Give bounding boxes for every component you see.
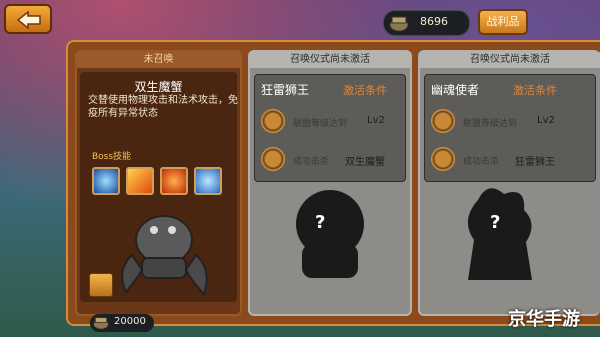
boss-card-crab[interactable]: 未召唤 双生魔蟹 交替使用物理攻击和法术攻击，免疫所有异常状态 Boss技能 2… [75,50,242,332]
summon-cost: 20000 [90,314,154,332]
currency-value: 8696 [420,15,448,28]
condition-ring-icon [431,147,455,171]
card-status-tab: 召唤仪式尚未激活 [250,52,410,68]
condition-title: 激活条件 [343,84,387,97]
skills-label: Boss技能 [92,152,132,162]
site-watermark: 京华手游 [508,309,580,330]
boss-card-lion[interactable]: 召唤仪式尚未激活 狂雷狮王 激活条件 联盟等级达到 Lv2 成功击杀 双生魔蟹 … [248,50,412,316]
trophy-icon[interactable] [89,273,113,297]
boss-info-panel: 双生魔蟹 交替使用物理攻击和法术攻击，免疫所有异常状态 Boss技能 20000 [80,72,238,332]
back-arrow-icon [16,10,41,30]
summon-cost-value: 20000 [114,316,146,327]
currency-display: 8696 [383,10,470,36]
boss-crab-image [121,215,208,296]
condition-text: 成功击杀 [293,157,330,167]
condition-value: Lv2 [367,115,385,126]
coin-pouch-icon [389,16,409,32]
condition-ring-icon [261,147,285,171]
condition-value: 双生魔蟹 [345,157,385,168]
bubble-icon[interactable] [194,167,222,195]
coin-pouch-icon [93,317,109,330]
back-button[interactable] [4,4,52,34]
card-status-tab: 未召唤 [77,52,240,68]
boss-name: 幽魂使者 [431,83,480,97]
condition-text: 联盟等级达到 [463,119,518,129]
condition-text: 联盟等级达到 [293,119,348,129]
fire-claw-icon[interactable] [126,167,154,195]
boss-name: 狂雷狮王 [261,83,310,97]
hidden-boss-mark: ? [490,212,501,233]
hidden-boss-mark: ? [315,212,326,233]
condition-title: 激活条件 [513,84,557,97]
locked-boss-silhouette [296,190,364,278]
activation-conditions: 幽魂使者 激活条件 联盟等级达到 Lv2 成功击杀 狂雷狮王 [424,74,596,182]
condition-ring-icon [431,109,455,133]
activation-conditions: 狂雷狮王 激活条件 联盟等级达到 Lv2 成功击杀 双生魔蟹 [254,74,406,182]
condition-text: 成功击杀 [463,157,500,167]
condition-value: Lv2 [537,115,555,126]
card-status-tab: 召唤仪式尚未激活 [420,52,600,68]
loot-button[interactable]: 战利品 [478,9,528,35]
boss-card-ghost[interactable]: 召唤仪式尚未激活 幽魂使者 激活条件 联盟等级达到 Lv2 成功击杀 狂雷狮王 … [418,50,600,316]
boss-description: 交替使用物理攻击和法术攻击，免疫所有异常状态 [88,95,238,119]
ice-claw-icon[interactable] [92,167,120,195]
flame-slash-icon[interactable] [160,167,188,195]
condition-value: 狂雷狮王 [515,157,555,168]
boss-name: 双生魔蟹 [134,80,183,94]
condition-ring-icon [261,109,285,133]
